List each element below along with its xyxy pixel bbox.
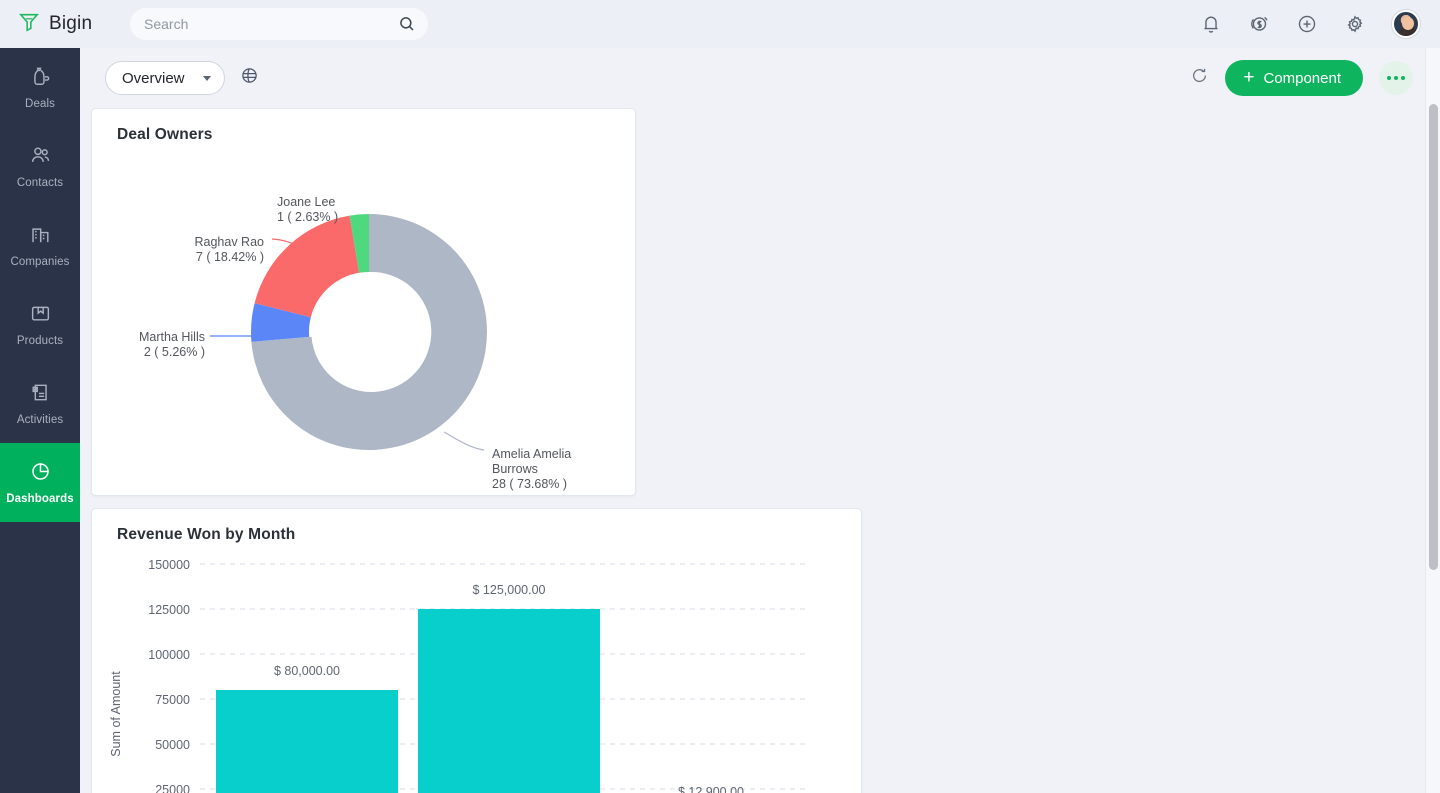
vertical-scrollbar-track[interactable] xyxy=(1425,48,1440,793)
pie-label-value: 1 ( 2.63% ) xyxy=(277,210,338,224)
view-selector[interactable]: Overview xyxy=(105,61,225,95)
products-icon xyxy=(29,302,52,330)
avatar[interactable] xyxy=(1392,10,1420,38)
funnel-logo-icon xyxy=(18,11,40,38)
bar-july-2019[interactable] xyxy=(418,609,600,793)
bar-data-label: $ 12,900.00 xyxy=(678,785,744,793)
search-icon[interactable] xyxy=(398,15,416,38)
pie-label-martha-hills: Martha Hills 2 ( 5.26% ) xyxy=(139,330,205,359)
globe-icon[interactable] xyxy=(240,66,259,90)
sidebar-item-label: Dashboards xyxy=(6,493,73,505)
pie-slice-raghav-rao[interactable] xyxy=(255,216,360,318)
y-axis-ticks: 0 25000 50000 75000 100000 125000 150000 xyxy=(148,558,190,793)
brand[interactable]: Bigin xyxy=(0,11,130,38)
pie-label-name: Amelia Amelia xyxy=(492,447,571,461)
sidebar-item-products[interactable]: Products xyxy=(0,285,80,364)
sidebar-item-companies[interactable]: Companies xyxy=(0,206,80,285)
top-bar-actions xyxy=(1200,0,1420,48)
pie-label-joane-lee: Joane Lee 1 ( 2.63% ) xyxy=(277,195,338,224)
sidebar-item-contacts[interactable]: Contacts xyxy=(0,127,80,206)
vertical-scrollbar-thumb[interactable] xyxy=(1429,104,1438,570)
y-tick: 25000 xyxy=(155,783,190,793)
leader-line-amelia xyxy=(444,432,484,450)
sidebar-item-label: Deals xyxy=(25,98,55,110)
toolbar-right-actions: + Component xyxy=(1190,60,1413,96)
y-tick: 100000 xyxy=(148,648,190,662)
donut-slices xyxy=(251,214,487,450)
top-bar: Bigin xyxy=(0,0,1440,48)
bar-data-label: $ 125,000.00 xyxy=(473,583,546,597)
add-component-label: Component xyxy=(1263,70,1341,87)
pie-label-name: Joane Lee xyxy=(277,195,335,209)
bar-june-2019[interactable] xyxy=(216,690,398,793)
pie-label-value: 7 ( 18.42% ) xyxy=(196,250,264,264)
sidebar-item-label: Activities xyxy=(17,414,63,426)
pie-label-value: 28 ( 73.68% ) xyxy=(492,477,567,491)
notifications-icon[interactable] xyxy=(1200,13,1222,35)
sidebar-item-label: Products xyxy=(17,335,63,347)
pie-label-name: Raghav Rao xyxy=(195,235,265,249)
sidebar-item-dashboards[interactable]: Dashboards xyxy=(0,443,80,522)
search-input[interactable] xyxy=(144,16,389,32)
y-tick: 125000 xyxy=(148,603,190,617)
add-circle-icon[interactable] xyxy=(1296,13,1318,35)
more-options-icon[interactable] xyxy=(1379,61,1413,95)
y-tick: 50000 xyxy=(155,738,190,752)
pie-label-name: Martha Hills xyxy=(139,330,205,344)
pie-label-raghav-rao: Raghav Rao 7 ( 18.42% ) xyxy=(195,235,265,264)
card-title: Revenue Won by Month xyxy=(92,509,861,544)
bar-data-label: $ 80,000.00 xyxy=(274,664,340,678)
chevron-down-icon xyxy=(203,76,211,81)
deals-icon xyxy=(29,65,52,93)
y-tick: 150000 xyxy=(148,558,190,572)
sidebar-item-label: Contacts xyxy=(17,177,63,189)
refresh-icon[interactable] xyxy=(1190,66,1209,90)
plus-icon: + xyxy=(1243,68,1254,87)
pie-label-name2: Burrows xyxy=(492,462,538,476)
sidebar-item-activities[interactable]: Activities xyxy=(0,364,80,443)
card-title: Deal Owners xyxy=(92,109,635,144)
dashboards-icon xyxy=(29,460,52,488)
dollar-circle-icon[interactable] xyxy=(1248,13,1270,35)
dashboard-cards: Deal Owners xyxy=(80,108,1440,793)
contacts-icon xyxy=(29,144,52,172)
add-component-button[interactable]: + Component xyxy=(1225,60,1363,96)
revenue-by-month-bar-chart: 0 25000 50000 75000 100000 125000 150000 xyxy=(92,544,861,793)
sidebar-item-deals[interactable]: Deals xyxy=(0,48,80,127)
companies-icon xyxy=(29,223,52,251)
pie-label-value: 2 ( 5.26% ) xyxy=(144,345,205,359)
gear-icon[interactable] xyxy=(1344,13,1366,35)
card-revenue-won-by-month: Revenue Won by Month 0 xyxy=(91,508,862,793)
app-root: Bigin xyxy=(0,0,1440,793)
sidebar: Deals Contacts Companies xyxy=(0,48,80,793)
dashboard-toolbar: Overview + Component xyxy=(80,48,1440,108)
pie-label-amelia-amelia-burrows: Amelia Amelia Burrows 28 ( 73.68% ) xyxy=(492,447,571,491)
activities-icon xyxy=(29,381,52,409)
brand-name: Bigin xyxy=(49,13,92,35)
sidebar-item-label: Companies xyxy=(10,256,69,268)
content-area: Overview + Component xyxy=(80,48,1440,793)
y-tick: 75000 xyxy=(155,693,190,707)
search-box[interactable] xyxy=(130,8,428,40)
y-axis-title: Sum of Amount xyxy=(109,671,123,757)
deal-owners-donut-chart: Joane Lee 1 ( 2.63% ) Raghav Rao 7 ( 18.… xyxy=(92,144,635,492)
card-deal-owners: Deal Owners xyxy=(91,108,636,496)
view-selector-label: Overview xyxy=(122,70,185,87)
